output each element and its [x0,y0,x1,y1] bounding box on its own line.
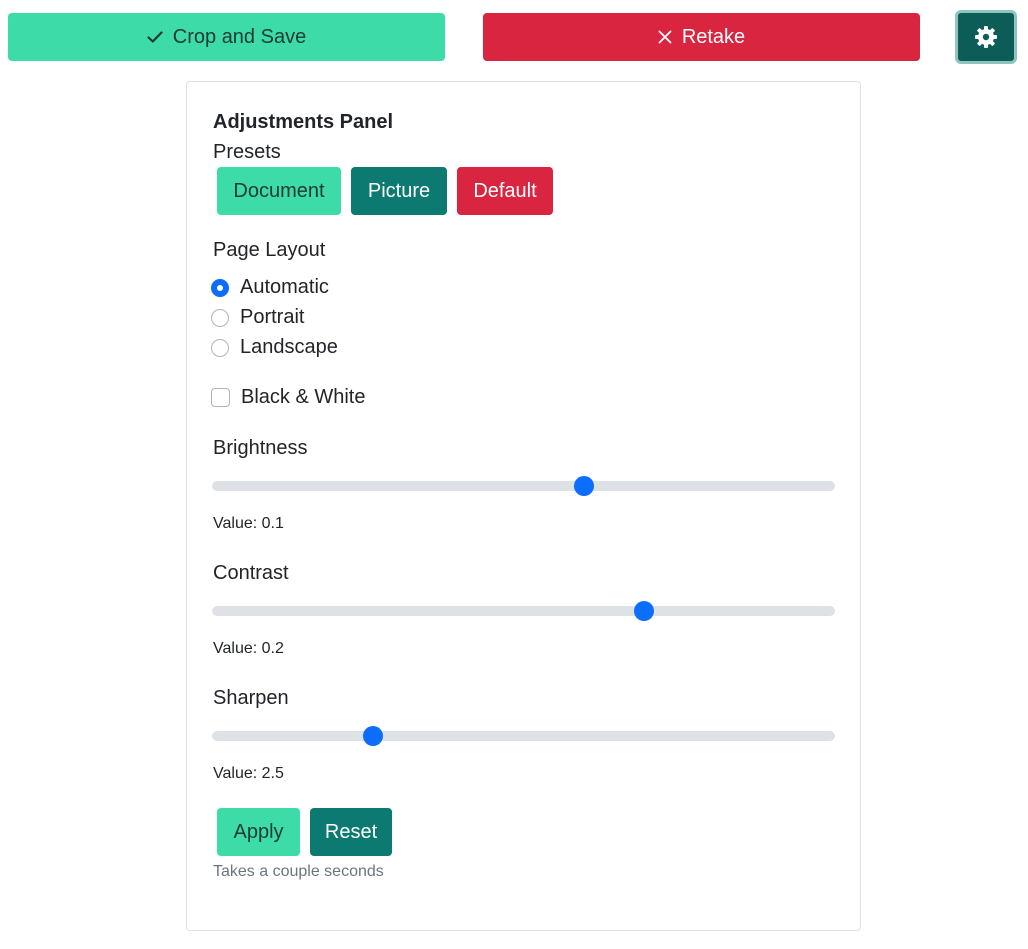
landscape-radio[interactable] [211,338,229,357]
crop-and-save-label: Crop and Save [172,25,307,48]
close-icon [658,30,672,44]
panel-title: Adjustments Panel [213,111,394,133]
retake-label: Retake [681,25,746,48]
brightness-slider[interactable] [212,476,835,496]
portrait-radio[interactable] [211,308,229,327]
layout-option-landscape[interactable]: Landscape [211,336,338,359]
layout-option-automatic[interactable]: Automatic [211,276,329,299]
automatic-radio[interactable] [211,278,229,297]
sharpen-label: Sharpen [213,687,289,709]
presets-label: Presets [213,141,281,163]
sharpen-value: Value: 2.5 [213,765,284,782]
portrait-label: Portrait [240,306,305,328]
settings-button[interactable] [955,10,1017,64]
contrast-slider-track[interactable] [212,606,835,616]
adjustments-panel: Adjustments Panel Presets Document Pictu… [186,81,861,931]
automatic-label: Automatic [240,276,329,298]
contrast-value: Value: 0.2 [213,640,284,657]
contrast-label: Contrast [213,562,289,584]
sharpen-slider-track[interactable] [212,731,835,741]
brightness-slider-track[interactable] [212,481,835,491]
gear-icon [974,25,998,49]
hint-text: Takes a couple seconds [213,863,384,880]
preset-picture-button[interactable]: Picture [351,167,447,215]
check-icon [147,30,163,44]
brightness-value: Value: 0.1 [213,515,284,532]
preset-default-button[interactable]: Default [457,167,553,215]
retake-button[interactable]: Retake [483,13,920,61]
sharpen-slider-thumb[interactable] [362,726,383,746]
apply-button[interactable]: Apply [217,808,300,856]
sharpen-slider[interactable] [212,726,835,746]
contrast-slider[interactable] [212,601,835,621]
brightness-label: Brightness [213,437,308,459]
preset-document-button[interactable]: Document [217,167,341,215]
crop-and-save-button[interactable]: Crop and Save [8,13,445,61]
black-white-checkbox[interactable] [211,388,230,407]
black-white-option[interactable]: Black & White [211,386,365,409]
reset-button[interactable]: Reset [310,808,392,856]
landscape-label: Landscape [240,336,338,358]
black-white-label: Black & White [241,386,366,408]
brightness-slider-thumb[interactable] [573,476,594,496]
contrast-slider-thumb[interactable] [634,601,655,621]
layout-option-portrait[interactable]: Portrait [211,306,304,329]
page-layout-label: Page Layout [213,239,326,261]
